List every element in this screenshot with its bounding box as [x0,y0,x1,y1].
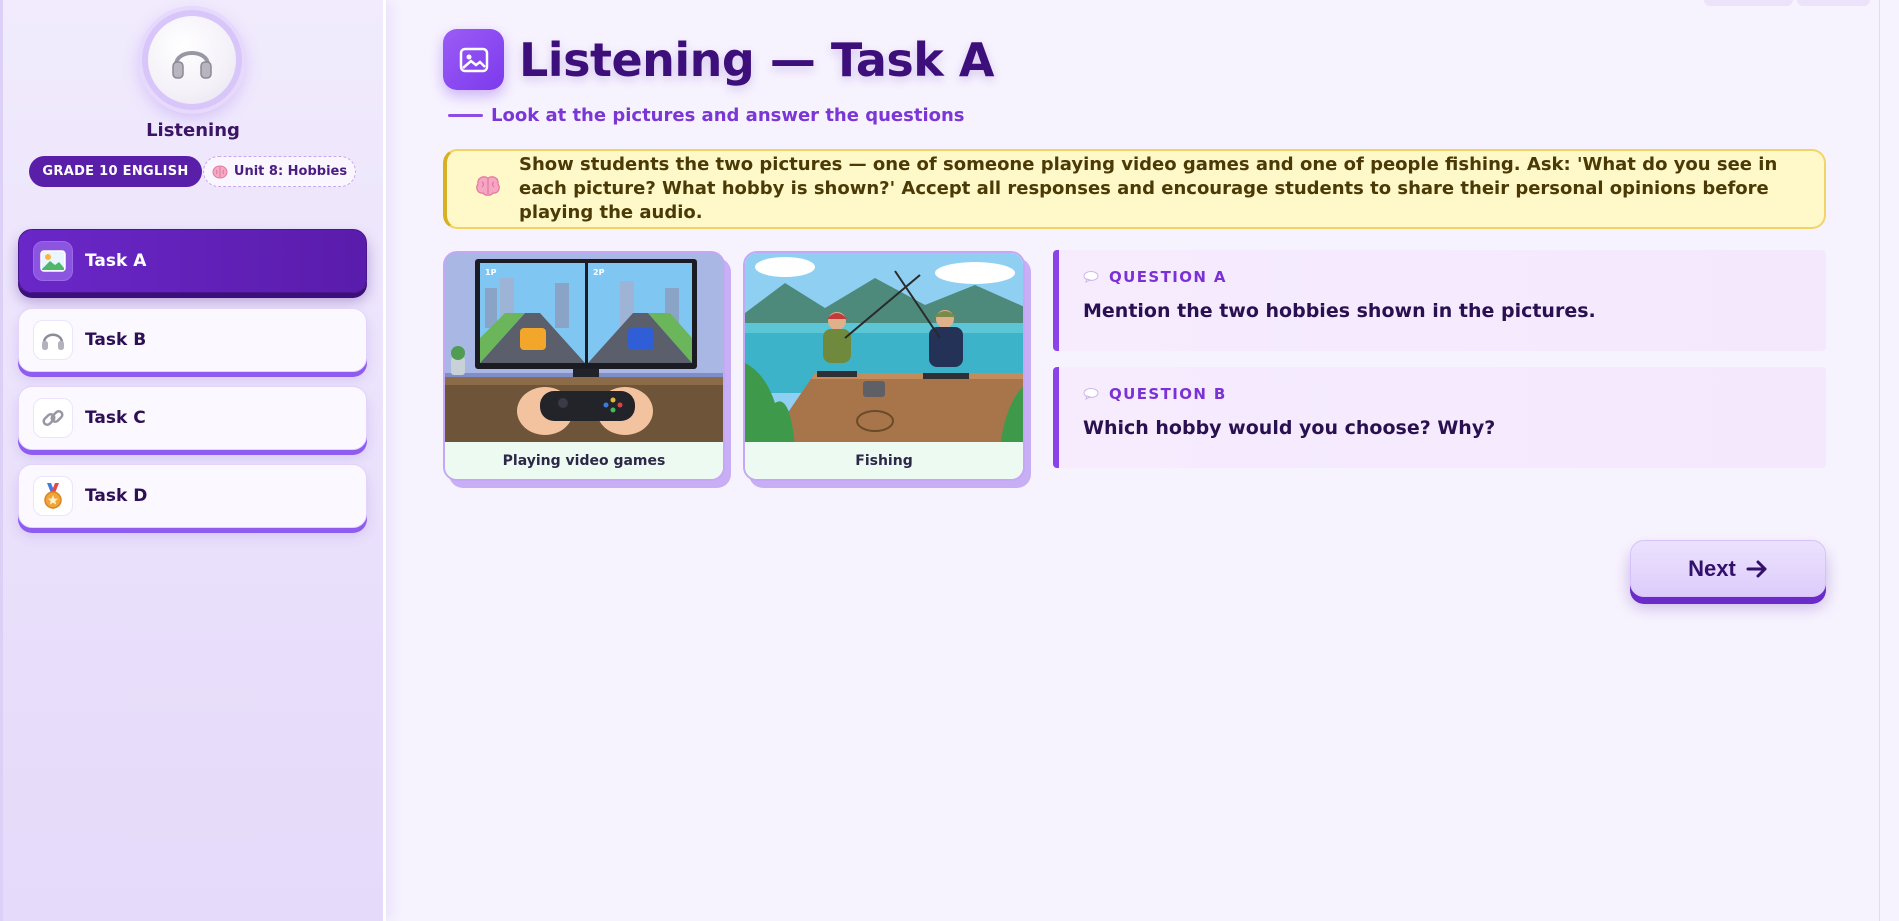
medal-icon [33,476,73,516]
picture-icon [33,241,73,281]
player-two-label: 2P [593,268,605,277]
question-text: Mention the two hobbies shown in the pic… [1083,300,1596,322]
sidebar: Listening GRADE 10 ENGLISH Unit 8: Hobbi… [0,0,386,921]
top-tab[interactable] [1704,0,1793,6]
picture-caption: Fishing [745,442,1023,479]
headphones-icon [33,320,73,360]
picture-card-fishing[interactable]: Fishing [743,251,1025,481]
next-button-label: Next [1688,555,1736,581]
sidebar-item-label: Task D [85,486,148,506]
player-one-label: 1P [485,268,497,277]
sidebar-avatar [142,10,242,110]
sidebar-item-label: Task B [85,330,147,350]
sidebar-item-label: Task C [85,408,146,428]
brain-icon [212,165,228,178]
picture-caption: Playing video games [445,442,723,479]
speech-bubble-icon [1083,271,1099,283]
teacher-note-text: Show students the two pictures — one of … [519,154,1778,223]
video-games-illustration: 1P 2P [445,253,723,446]
question-card-b: QUESTION B Which hobby would you choose?… [1053,367,1826,468]
sidebar-item-task-a[interactable]: Task A [18,229,367,293]
picture-icon [443,29,504,90]
question-text: Which hobby would you choose? Why? [1083,417,1496,439]
question-label: QUESTION B [1109,385,1227,403]
teacher-note: Show students the two pictures — one of … [443,149,1826,229]
sidebar-item-task-c[interactable]: Task C [18,386,367,450]
fishing-illustration [745,253,1023,446]
speech-bubble-icon [1083,388,1099,400]
picture-card-video-games[interactable]: 1P 2P Playing video games [443,251,725,481]
page-subtitle: Look at the pictures and answer the ques… [448,104,965,126]
page-title: Listening — Task A [519,33,994,87]
question-label: QUESTION A [1109,268,1227,286]
question-card-a: QUESTION A Mention the two hobbies shown… [1053,250,1826,351]
subtitle-dash [448,113,483,117]
sidebar-item-label: Task A [85,251,147,271]
unit-label: Unit 8: Hobbies [233,164,348,179]
next-button[interactable]: Next [1630,540,1826,597]
sidebar-title: Listening [146,120,240,141]
sidebar-item-task-d[interactable]: Task D [18,464,367,528]
brain-icon [475,175,503,203]
top-tab[interactable] [1797,0,1870,6]
link-icon [33,398,73,438]
subtitle-text: Look at the pictures and answer the ques… [491,104,965,126]
grade-badge: GRADE 10 ENGLISH [29,156,202,187]
sidebar-item-task-b[interactable]: Task B [18,308,367,372]
headphones-icon [172,51,212,79]
content-border [1879,0,1880,921]
unit-badge: Unit 8: Hobbies [203,156,356,187]
arrow-right-icon [1746,560,1767,577]
